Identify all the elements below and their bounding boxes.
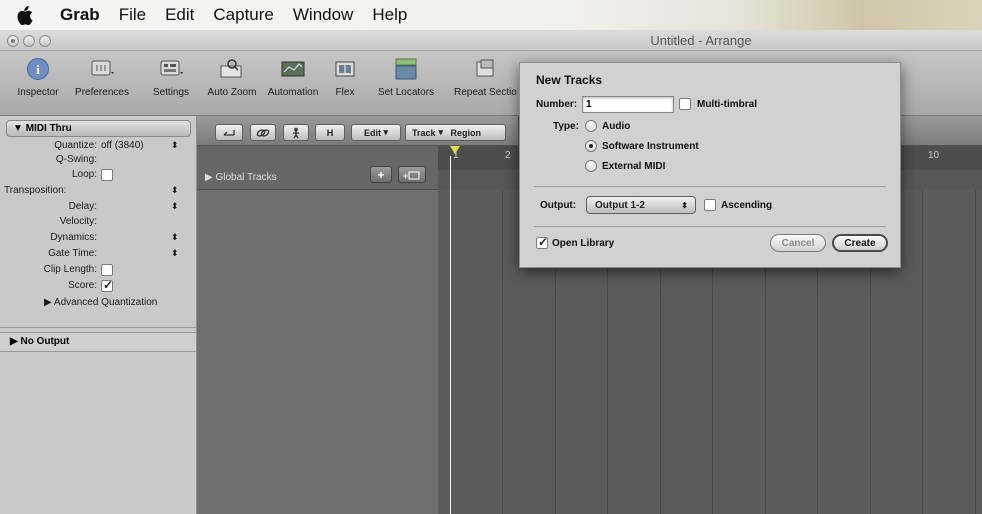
svg-text:+: + xyxy=(403,171,408,180)
link-button[interactable] xyxy=(250,124,276,141)
repeat-section-icon xyxy=(474,57,500,81)
toolbar-set-locators-button[interactable]: Set Locators xyxy=(372,57,440,98)
figure-icon xyxy=(293,127,299,138)
playhead-line[interactable] xyxy=(450,156,451,514)
add-folder-button[interactable]: + xyxy=(398,166,426,183)
toolbar-automation-button[interactable]: Automation xyxy=(263,57,323,98)
select-stepper-icon: ⬍ xyxy=(681,200,688,210)
menu-capture[interactable]: Capture xyxy=(213,5,273,25)
catch-button[interactable] xyxy=(215,124,243,141)
edit-menu-button[interactable]: Edit ▾ xyxy=(351,124,401,141)
loop-checkbox[interactable] xyxy=(101,169,113,181)
bar-number-2: 2 xyxy=(505,150,511,161)
type-audio-label[interactable]: Audio xyxy=(602,121,630,132)
ascending-label: Ascending xyxy=(721,200,773,211)
toolbar-preferences-button[interactable]: Preferences xyxy=(68,57,136,98)
score-row: Score: xyxy=(0,278,197,294)
gate-time-row[interactable]: Gate Time: ⬍ xyxy=(0,248,197,262)
auto-zoom-icon xyxy=(219,57,245,81)
window-title: Untitled - Arrange xyxy=(650,33,752,48)
number-label: Number: xyxy=(536,99,578,110)
multi-timbral-label: Multi-timbral xyxy=(697,99,757,110)
type-software-instrument-radio[interactable] xyxy=(585,140,597,152)
clip-length-checkbox[interactable] xyxy=(101,264,113,276)
menu-help[interactable]: Help xyxy=(372,5,407,25)
info-icon: i xyxy=(25,57,51,81)
ascending-checkbox[interactable] xyxy=(704,199,716,211)
open-library-label: Open Library xyxy=(552,238,615,249)
quantize-row[interactable]: Quantize: off (3840) ⬍ xyxy=(0,140,197,154)
velocity-row[interactable]: Velocity: xyxy=(0,216,197,230)
bar-number-10: 10 xyxy=(928,150,940,161)
arrange-local-toolbar: H Edit ▾ Track xyxy=(197,116,438,146)
toolbar-flex-button[interactable]: Flex xyxy=(330,57,360,98)
quantize-value[interactable]: off (3840) xyxy=(101,140,144,151)
no-output-header[interactable]: ▶ No Output xyxy=(0,332,196,352)
stepper-icon[interactable]: ⬍ xyxy=(171,248,179,259)
clip-length-row: Clip Length: xyxy=(0,264,197,278)
new-tracks-dialog: New Tracks Number: Multi-timbral Type: A… xyxy=(519,62,901,268)
score-checkbox[interactable] xyxy=(101,278,113,292)
type-external-midi-radio[interactable] xyxy=(585,160,597,172)
toolbar-repeat-section-button[interactable]: Repeat Sectio xyxy=(450,57,518,98)
advanced-quantization-disclosure[interactable]: ▶ Advanced Quantization xyxy=(0,297,197,311)
add-folder-icon: + xyxy=(403,171,420,180)
track-menu-button[interactable]: Track xyxy=(405,124,438,141)
menu-file[interactable]: File xyxy=(119,5,146,25)
settings-icon xyxy=(158,57,184,81)
type-software-instrument-label[interactable]: Software Instrument xyxy=(602,141,699,152)
output-select[interactable]: Output 1-2 ⬍ xyxy=(586,196,696,214)
svg-text:i: i xyxy=(36,62,40,77)
toolbar-auto-zoom-button[interactable]: Auto Zoom xyxy=(203,57,261,98)
toolbar-settings-button[interactable]: Settings xyxy=(146,57,196,98)
link-icon xyxy=(256,128,270,137)
type-label: Type: xyxy=(553,121,579,132)
q-swing-row[interactable]: Q-Swing: xyxy=(0,154,197,168)
open-library-checkbox[interactable] xyxy=(536,235,548,249)
output-label: Output: xyxy=(540,200,577,211)
dialog-title: New Tracks xyxy=(536,73,603,87)
type-audio-radio[interactable] xyxy=(585,120,597,132)
flex-icon xyxy=(332,57,358,81)
window-title-bar: Untitled - Arrange xyxy=(0,30,982,51)
multi-timbral-checkbox[interactable] xyxy=(679,98,691,110)
loop-row: Loop: xyxy=(0,169,197,183)
midi-thru-header[interactable]: ▼ MIDI Thru xyxy=(6,120,191,137)
delay-row[interactable]: Delay: ⬍ xyxy=(0,201,197,215)
number-input[interactable] xyxy=(582,96,674,113)
menu-bar: Grab File Edit Capture Window Help xyxy=(0,0,982,30)
global-tracks-label[interactable]: ▶ Global Tracks xyxy=(205,172,277,183)
menu-window[interactable]: Window xyxy=(293,5,353,25)
dynamics-row[interactable]: Dynamics: ⬍ xyxy=(0,232,197,246)
create-button[interactable]: Create xyxy=(832,234,888,252)
stepper-icon[interactable]: ⬍ xyxy=(171,140,179,151)
preferences-icon xyxy=(89,57,115,81)
stepper-icon[interactable]: ⬍ xyxy=(171,185,179,196)
global-tracks-row[interactable]: ▶ Global Tracks + + xyxy=(197,146,438,190)
hide-button[interactable]: H xyxy=(315,124,345,141)
add-track-button[interactable]: + xyxy=(370,166,392,183)
apple-menu-icon[interactable] xyxy=(14,5,34,25)
cancel-button[interactable]: Cancel xyxy=(770,234,826,252)
menu-edit[interactable]: Edit xyxy=(165,5,194,25)
inspector-panel: ▼ MIDI Thru Quantize: off (3840) ⬍ Q-Swi… xyxy=(0,116,197,514)
track-list: H Edit ▾ Track ▶ Global Tracks + + xyxy=(197,116,438,514)
menu-app-grab[interactable]: Grab xyxy=(60,5,100,25)
region-menu-label[interactable]: Region xyxy=(451,128,482,138)
playhead-marker-icon[interactable] xyxy=(450,146,460,154)
pointer-tool-button[interactable] xyxy=(283,124,309,141)
track-region-menus[interactable]: ▾ Region xyxy=(436,124,506,141)
type-external-midi-label[interactable]: External MIDI xyxy=(602,161,665,172)
stepper-icon[interactable]: ⬍ xyxy=(171,232,179,243)
catch-icon xyxy=(223,130,235,136)
automation-icon xyxy=(280,57,306,81)
stepper-icon[interactable]: ⬍ xyxy=(171,201,179,212)
toolbar-inspector-button[interactable]: i Inspector xyxy=(6,57,70,98)
set-locators-icon xyxy=(393,57,419,81)
transposition-row[interactable]: Transposition: ⬍ xyxy=(0,185,197,199)
